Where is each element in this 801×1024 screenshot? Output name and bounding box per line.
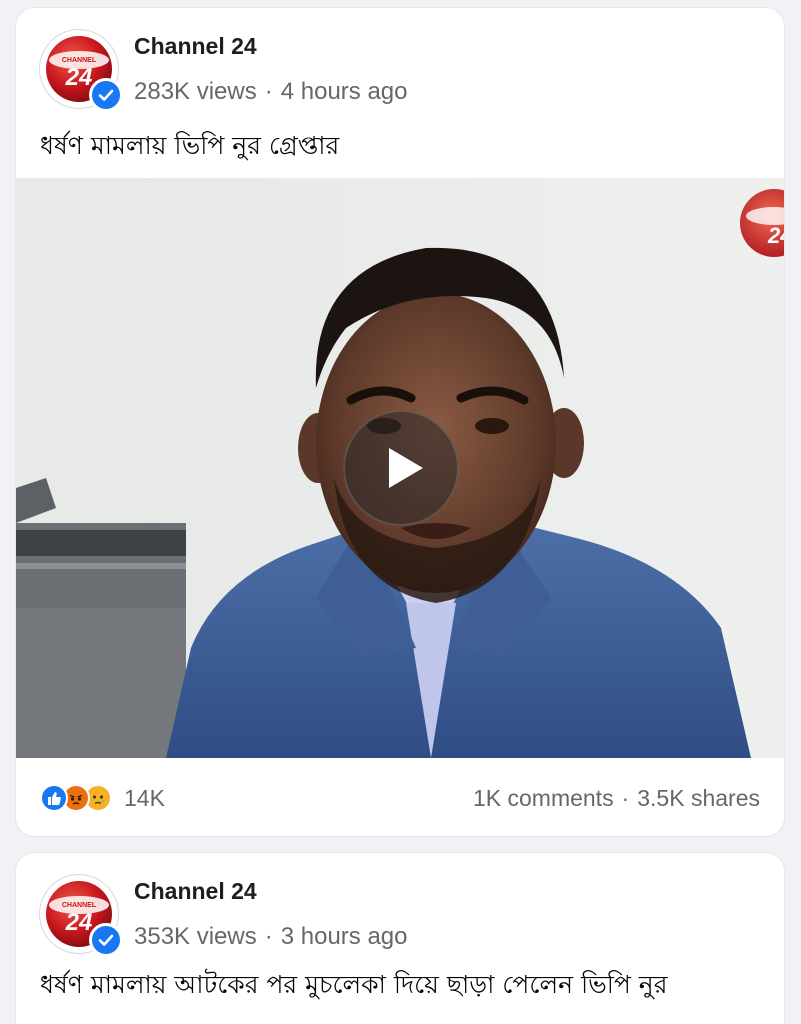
- meta-separator: ·: [264, 78, 273, 105]
- news-feed: CHANNEL 24 Channel 24 283K views · 4 hours…: [0, 0, 801, 1024]
- svg-text:CHANNEL: CHANNEL: [62, 57, 97, 64]
- post-time[interactable]: 4 hours ago: [281, 78, 408, 105]
- comment-count[interactable]: 1K comments: [473, 785, 614, 811]
- verified-check-icon: [89, 78, 123, 112]
- play-button[interactable]: [343, 410, 459, 526]
- page-name[interactable]: Channel 24: [134, 878, 257, 905]
- post-meta: 353K views · 3 hours ago: [134, 923, 408, 951]
- share-count[interactable]: 3.5K shares: [637, 785, 760, 811]
- svg-text:24: 24: [65, 64, 93, 91]
- post-time[interactable]: 3 hours ago: [281, 923, 408, 950]
- video-player[interactable]: 24: [16, 178, 784, 758]
- svg-text:24: 24: [65, 909, 93, 936]
- post-card: CHANNEL 24 Channel 24 283K views · 4 hours…: [16, 8, 784, 836]
- post-caption: ধর্ষণ মামলায় আটকের পর মুচলেকা দিয়ে ছাড…: [40, 970, 668, 999]
- post-header: CHANNEL 24 Channel 24 353K views · 3 hours…: [16, 853, 784, 963]
- like-reaction-icon: [40, 784, 68, 812]
- meta-separator: ·: [264, 923, 273, 950]
- svg-text:24: 24: [767, 223, 784, 248]
- verified-check-icon: [89, 923, 123, 957]
- play-icon: [389, 448, 423, 488]
- post-meta: 283K views · 4 hours ago: [134, 78, 408, 106]
- post-header: CHANNEL 24 Channel 24 283K views · 4 hours…: [16, 8, 784, 118]
- svg-text:CHANNEL: CHANNEL: [62, 902, 97, 909]
- post-card: CHANNEL 24 Channel 24 353K views · 3 hours…: [16, 853, 784, 1024]
- post-caption: ধর্ষণ মামলায় ভিপি নুর গ্রেপ্তার: [40, 131, 340, 160]
- reaction-count[interactable]: 14K: [124, 785, 165, 812]
- view-count: 353K views: [134, 923, 257, 950]
- reaction-icons[interactable]: [40, 784, 116, 812]
- page-name[interactable]: Channel 24: [134, 33, 257, 60]
- stats-separator: ·: [621, 785, 630, 811]
- engagement-stats: 1K comments · 3.5K shares: [473, 785, 760, 812]
- view-count: 283K views: [134, 78, 257, 105]
- post-footer: 14K 1K comments · 3.5K shares: [16, 758, 784, 836]
